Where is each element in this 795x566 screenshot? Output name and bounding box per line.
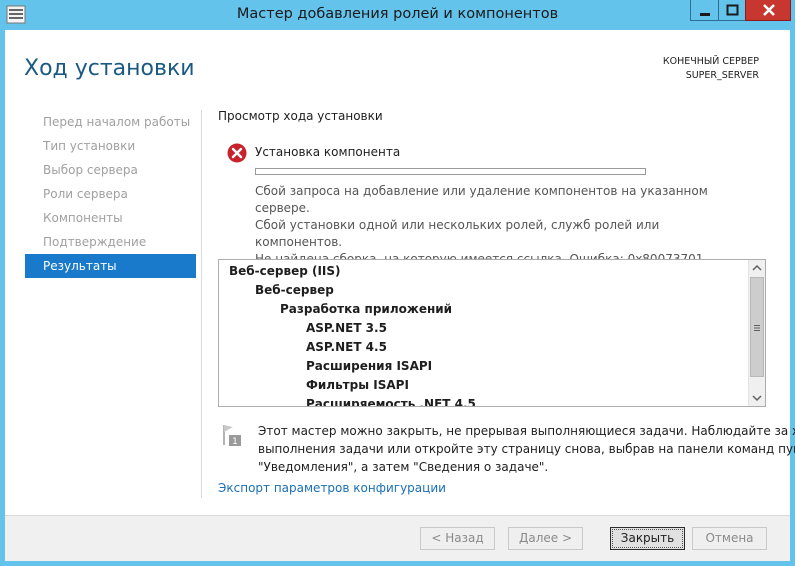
minimize-button[interactable] — [690, 0, 718, 21]
close-button[interactable]: Закрыть — [610, 527, 685, 550]
section-title: Просмотр хода установки — [218, 109, 383, 123]
component-status-label: Установка компонента — [255, 145, 401, 159]
error-message: Сбой запроса на добавление или удаление … — [255, 183, 745, 268]
close-icon — [763, 4, 775, 16]
notification-badge: 1 — [232, 437, 238, 447]
wizard-window: Ход установки КОНЕЧНЫЙ СЕРВЕР SUPER_SERV… — [5, 30, 795, 561]
wizard-nav: Перед началом работы Тип установки Выбор… — [25, 110, 196, 278]
next-button[interactable]: Далее > — [508, 527, 583, 550]
notice-text: Этот мастер можно закрыть, не прерывая в… — [258, 422, 795, 476]
nav-item-server-roles: Роли сервера — [43, 187, 128, 201]
tree-item: Расширения ISAPI — [306, 359, 433, 373]
vertical-scrollbar[interactable] — [748, 260, 765, 406]
notification-flag-icon: 1 — [223, 425, 241, 447]
tree-item: Веб-сервер — [255, 283, 334, 297]
notice-line: выполнения задачи или откройте эту стран… — [258, 442, 795, 456]
install-progress-bar — [255, 168, 646, 175]
destination-server-name: SUPER_SERVER — [685, 70, 759, 81]
cancel-button[interactable]: Отмена — [692, 527, 767, 550]
minimize-icon — [700, 13, 710, 16]
tree-item: ASP.NET 3.5 — [306, 321, 387, 335]
results-list[interactable]: Веб-сервер (IIS) Веб-сервер Разработка п… — [218, 259, 766, 407]
scrollbar-thumb[interactable] — [750, 277, 764, 377]
main-content: Просмотр хода установки Установка компон… — [218, 109, 795, 495]
nav-item-results[interactable]: Результаты — [25, 254, 196, 278]
tree-item: Веб-сервер (IIS) — [229, 264, 341, 278]
tree-item: Разработка приложений — [280, 302, 453, 316]
destination-label: КОНЕЧНЫЙ СЕРВЕР — [662, 56, 759, 67]
nav-item-installation-type: Тип установки — [43, 139, 136, 153]
results-tree: Веб-сервер (IIS) Веб-сервер Разработка п… — [229, 262, 476, 407]
error-line: Сбой запроса на добавление или удаление … — [255, 184, 708, 215]
window-title: Мастер добавления ролей и компонентов — [236, 6, 559, 22]
tree-item: ASP.NET 4.5 — [306, 340, 387, 354]
nav-item-features: Компоненты — [43, 211, 123, 225]
scroll-up-icon[interactable] — [749, 260, 765, 277]
maximize-button[interactable] — [718, 0, 745, 21]
title-bar: Мастер добавления ролей и компонентов — [0, 0, 795, 30]
nav-item-before-you-begin: Перед началом работы — [43, 115, 191, 129]
tree-item: Фильтры ISAPI — [306, 378, 409, 392]
maximize-icon — [726, 4, 739, 16]
nav-item-confirmation: Подтверждение — [43, 235, 147, 249]
nav-item-server-selection: Выбор сервера — [43, 163, 138, 177]
nav-divider — [201, 110, 202, 498]
export-config-link[interactable]: Экспорт параметров конфигурации — [218, 481, 446, 495]
grip-icon — [754, 325, 760, 331]
wizard-footer: < Назад Далее > Закрыть Отмена — [5, 515, 790, 561]
destination-server: КОНЕЧНЫЙ СЕРВЕР SUPER_SERVER — [663, 55, 759, 83]
notice-line: "Уведомления", а затем "Сведения о задач… — [258, 460, 549, 474]
page-title: Ход установки — [24, 56, 195, 81]
error-icon — [227, 143, 247, 163]
close-window-button[interactable] — [745, 0, 791, 21]
error-line: Сбой установки одной или нескольких роле… — [255, 218, 660, 249]
scroll-down-icon[interactable] — [749, 389, 765, 406]
back-button[interactable]: < Назад — [420, 527, 495, 550]
tree-item: Расширяемость .NET 4.5 — [306, 397, 476, 407]
notice-line: Этот мастер можно закрыть, не прерывая в… — [258, 424, 795, 438]
